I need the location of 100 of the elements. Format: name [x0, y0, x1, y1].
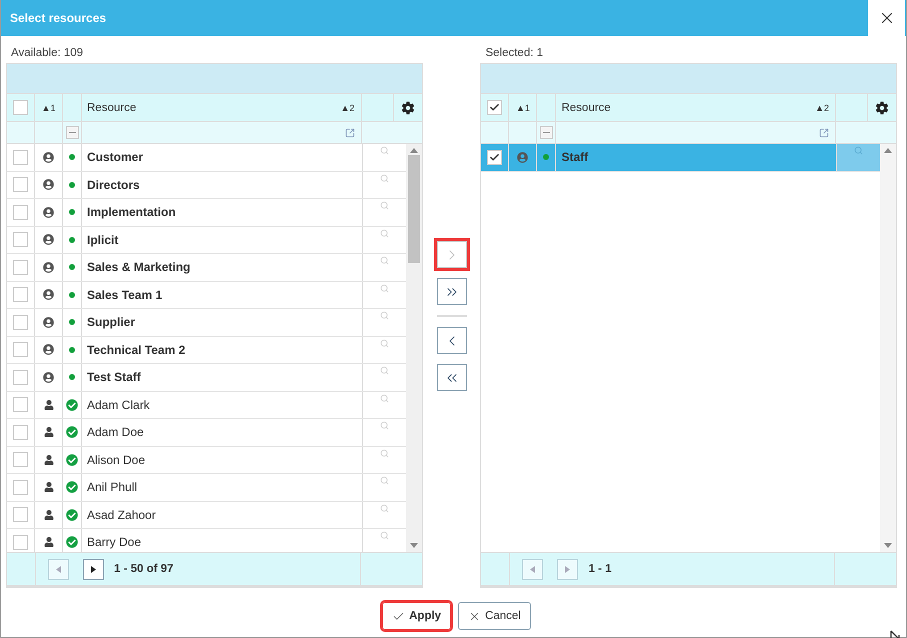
sort-indicator[interactable]: ▲2 [815, 102, 829, 112]
search-icon[interactable] [380, 228, 389, 238]
panel-count-label: Selected: 1 [484, 46, 544, 61]
row-checkbox[interactable] [13, 260, 28, 275]
search-icon[interactable] [380, 284, 389, 292]
row-checkbox[interactable] [13, 150, 28, 165]
resource-name: Asad Zahoor [87, 508, 156, 522]
search-icon[interactable] [380, 476, 389, 485]
table-row[interactable]: Test Staff [7, 364, 406, 392]
next-page-button[interactable] [83, 558, 104, 580]
scroll-down-icon[interactable] [884, 543, 892, 548]
page-range: 1 - 50 of 97 [114, 563, 174, 575]
row-checkbox[interactable] [13, 342, 28, 358]
table-row[interactable]: Sales Team 1 [7, 282, 406, 309]
table-row[interactable]: Implementation [7, 199, 406, 226]
status-dot-icon [69, 346, 75, 353]
checkmark-icon [489, 152, 500, 163]
search-icon[interactable] [380, 531, 389, 540]
status-dot-icon [543, 154, 550, 160]
collapse-icon[interactable] [66, 126, 78, 139]
sort-indicator[interactable]: ▲1 [516, 102, 530, 112]
select-all-checkbox[interactable] [487, 100, 502, 115]
table-row[interactable]: Staff [481, 144, 880, 172]
search-icon[interactable] [380, 146, 389, 155]
scrollbar[interactable] [406, 144, 422, 552]
table-row[interactable]: Directors [7, 172, 406, 199]
person-icon [44, 454, 54, 465]
search-icon[interactable] [854, 146, 863, 155]
status-dot-icon [69, 154, 75, 160]
sort-indicator[interactable]: ▲2 [340, 102, 355, 112]
close-button[interactable] [868, 0, 905, 36]
resource-name: Sales & Marketing [87, 260, 190, 274]
status-dot-icon [69, 264, 75, 270]
scrollbar[interactable] [880, 144, 896, 552]
resource-name: Anil Phull [87, 480, 138, 494]
external-link-icon[interactable] [344, 128, 355, 138]
triangle-right-icon [91, 566, 96, 572]
search-icon[interactable] [380, 448, 389, 458]
person-icon [44, 482, 54, 492]
settings-icon[interactable] [875, 100, 889, 114]
row-checkbox[interactable] [13, 287, 28, 302]
row-checkbox[interactable] [13, 507, 28, 522]
scroll-up-icon[interactable] [410, 148, 418, 153]
table-row[interactable]: Iplicit [7, 226, 406, 254]
resize-handle-icon[interactable] [890, 630, 900, 638]
table-row[interactable]: Adam Doe [7, 419, 406, 446]
external-link-icon[interactable] [819, 128, 829, 138]
scroll-up-icon[interactable] [884, 148, 892, 153]
scroll-thumb[interactable] [408, 155, 420, 263]
settings-icon[interactable] [400, 100, 415, 114]
table-row[interactable]: Supplier [7, 309, 406, 336]
row-checkbox[interactable] [487, 150, 502, 165]
apply-button[interactable]: Apply [382, 602, 452, 630]
column-header[interactable]: Resource [87, 102, 136, 114]
sort-indicator[interactable]: ▲1 [42, 102, 56, 112]
search-icon[interactable] [380, 338, 389, 348]
column-header[interactable]: Resource [561, 102, 611, 114]
search-icon[interactable] [380, 311, 389, 320]
resource-name: Adam Clark [87, 398, 150, 412]
resource-name: Alison Doe [87, 452, 146, 467]
status-dot-icon [69, 319, 75, 326]
remove-all-button[interactable] [436, 364, 466, 391]
triangle-left-icon [530, 566, 536, 572]
remove-button[interactable] [436, 327, 466, 354]
search-icon[interactable] [380, 174, 389, 182]
triangle-right-icon [565, 566, 570, 572]
row-checkbox[interactable] [13, 314, 28, 330]
table-row[interactable]: Technical Team 2 [7, 336, 406, 364]
row-checkbox[interactable] [13, 397, 28, 412]
search-icon[interactable] [380, 421, 389, 430]
row-checkbox[interactable] [13, 232, 28, 248]
row-checkbox[interactable] [13, 177, 28, 192]
row-checkbox[interactable] [13, 534, 28, 550]
collapse-icon[interactable] [540, 126, 553, 139]
status-dot-icon [69, 209, 75, 216]
row-checkbox[interactable] [13, 204, 28, 220]
table-row[interactable]: Anil Phull [7, 474, 406, 502]
table-row[interactable]: Sales & Marketing [7, 254, 406, 282]
table-row[interactable]: Adam Clark [7, 392, 406, 419]
cancel-button[interactable]: Cancel [458, 602, 531, 630]
resource-name: Directors [87, 178, 140, 192]
select-all-checkbox[interactable] [13, 100, 28, 115]
search-icon[interactable] [380, 201, 389, 210]
search-icon[interactable] [380, 394, 389, 402]
add-all-button[interactable] [436, 278, 466, 305]
row-checkbox[interactable] [13, 370, 28, 385]
search-icon[interactable] [380, 504, 389, 512]
row-checkbox[interactable] [13, 452, 28, 468]
row-checkbox[interactable] [13, 480, 28, 495]
table-row[interactable]: Asad Zahoor [7, 502, 406, 529]
status-dot-icon [69, 374, 75, 380]
table-row[interactable]: Alison Doe [7, 446, 406, 474]
triangle-left-icon [56, 566, 61, 572]
scroll-down-icon[interactable] [410, 543, 418, 548]
search-icon[interactable] [380, 366, 389, 375]
resource-name: Iplicit [87, 232, 118, 247]
table-row[interactable]: Customer [7, 144, 406, 172]
status-dot-icon [69, 292, 75, 298]
row-checkbox[interactable] [13, 424, 28, 440]
search-icon[interactable] [380, 256, 389, 265]
